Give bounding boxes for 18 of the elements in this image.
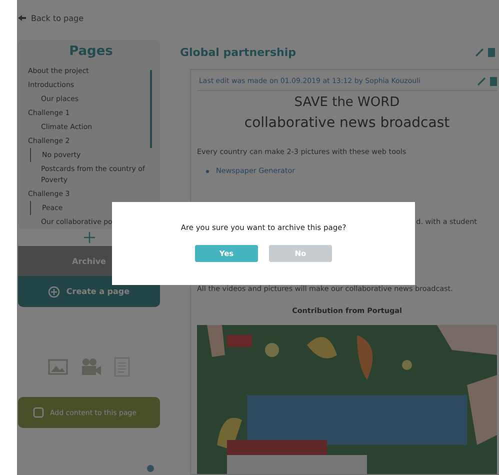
pages-title: Pages (68, 44, 114, 59)
back-link[interactable]: Back to page (18, 12, 160, 24)
image-icon[interactable] (48, 359, 68, 375)
help-icon[interactable] (147, 465, 154, 472)
edit-icon[interactable] (477, 76, 486, 86)
square-icon (33, 407, 44, 418)
content-heading: SAVE the WORD (293, 95, 401, 110)
video-camera-icon[interactable] (80, 358, 102, 376)
plus-circle-icon (48, 286, 60, 298)
delete-icon[interactable] (488, 47, 495, 57)
move-icon[interactable] (84, 232, 94, 243)
delete-icon[interactable] (490, 76, 497, 86)
edit-icon[interactable] (475, 48, 484, 56)
create-page-button[interactable]: Create a page (18, 276, 160, 307)
bullet-icon (206, 170, 209, 173)
page-title: Global partnership (180, 46, 296, 58)
back-arrow-icon (18, 15, 26, 21)
content-heading: collaborative news broadcast (243, 115, 451, 131)
